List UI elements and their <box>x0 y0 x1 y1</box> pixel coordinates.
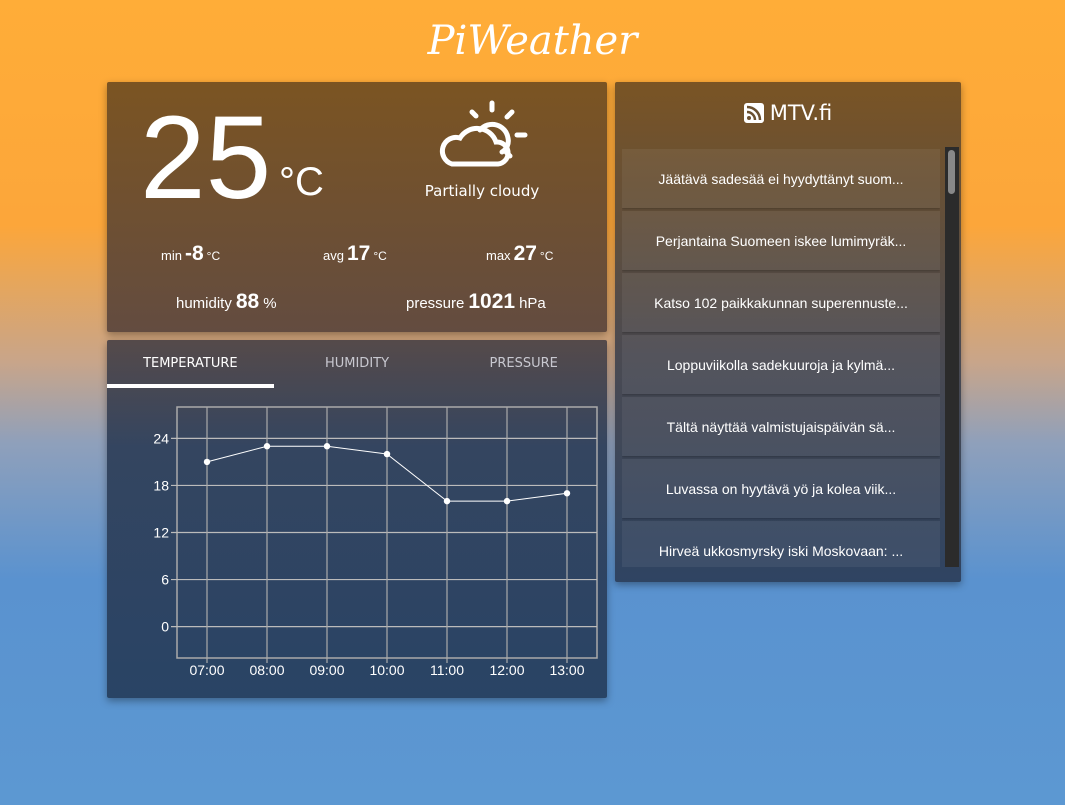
current-temperature: 25 <box>140 92 272 224</box>
news-list: Jäätävä sadesää ei hyydyttänyt suom... Pe… <box>622 149 940 567</box>
min-temperature: min -8 °C <box>161 242 221 265</box>
news-source: MTV.fi <box>769 101 833 125</box>
data-point <box>263 443 271 450</box>
scrollbar-thumb[interactable] <box>948 150 955 194</box>
data-point <box>563 490 571 497</box>
x-tick-label: 08:00 <box>249 662 284 678</box>
news-card: MTV.fi Jäätävä sadesää ei hyydyttänyt su… <box>615 82 961 582</box>
data-point <box>503 497 511 505</box>
temperature-chart: 0 6 12 18 24 07:00 08:00 09:00 10:00 11:00 12:00 13… <box>153 406 598 678</box>
news-item[interactable]: Hirveä ukkosmyrsky iski Moskovaan: ... <box>622 521 940 567</box>
x-tick-label: 11:00 <box>430 662 464 678</box>
avg-temperature: avg 17 °C <box>323 242 387 265</box>
news-item[interactable]: Loppuviikolla sadekuuroja ja kylmä... <box>622 335 940 394</box>
news-item[interactable]: Perjantaina Suomeen iskee lumimyräk... <box>622 211 940 270</box>
max-temperature: max 27 °C <box>486 242 554 265</box>
graph-card: TEMPERATURE HUMIDITY PRESSURE 0 6 12 18 24 07… <box>107 340 607 698</box>
data-point <box>203 458 211 466</box>
data-point <box>323 443 331 450</box>
tab-temperature[interactable]: TEMPERATURE <box>107 340 274 388</box>
tab-pressure[interactable]: PRESSURE <box>440 340 607 388</box>
x-tick-label: 07:00 <box>189 662 224 678</box>
news-header: MTV.fi <box>615 82 961 144</box>
news-item[interactable]: Tältä näyttää valmistujaispäivän sä... <box>622 397 940 456</box>
x-tick-label: 13:00 <box>549 662 584 678</box>
news-item[interactable]: Katso 102 paikkakunnan superennuste... <box>622 273 940 332</box>
y-tick-label: 12 <box>153 525 169 541</box>
current-weather-card: 25 °C Partially cloudy min -8 °C avg 17 °C m… <box>107 82 607 332</box>
weather-description: Partially cloudy <box>424 182 540 200</box>
x-tick-label: 10:00 <box>369 662 404 678</box>
data-point <box>383 450 391 458</box>
news-item[interactable]: Jäätävä sadesää ei hyydyttänyt suom... <box>622 149 940 208</box>
news-scrollbar[interactable] <box>945 147 959 567</box>
app-title: PiWeather <box>427 18 638 64</box>
x-tick-label: 09:00 <box>309 662 344 678</box>
graph-tabs: TEMPERATURE HUMIDITY PRESSURE <box>107 340 607 388</box>
x-tick-label: 12:00 <box>489 662 524 678</box>
rss-icon <box>743 103 764 123</box>
temperature-unit: °C <box>279 160 324 204</box>
y-tick-label: 18 <box>153 477 169 493</box>
news-item[interactable]: Luvassa on hyytävä yö ja kolea viik... <box>622 459 940 518</box>
y-tick-label: 0 <box>161 619 169 635</box>
humidity: humidity 88% <box>176 290 277 313</box>
partly-cloudy-icon <box>439 100 528 167</box>
pressure: pressure 1021 hPa <box>406 290 546 313</box>
data-point <box>443 497 451 505</box>
tab-humidity[interactable]: HUMIDITY <box>274 340 441 388</box>
y-tick-label: 24 <box>153 430 169 446</box>
y-tick-label: 6 <box>161 572 169 588</box>
